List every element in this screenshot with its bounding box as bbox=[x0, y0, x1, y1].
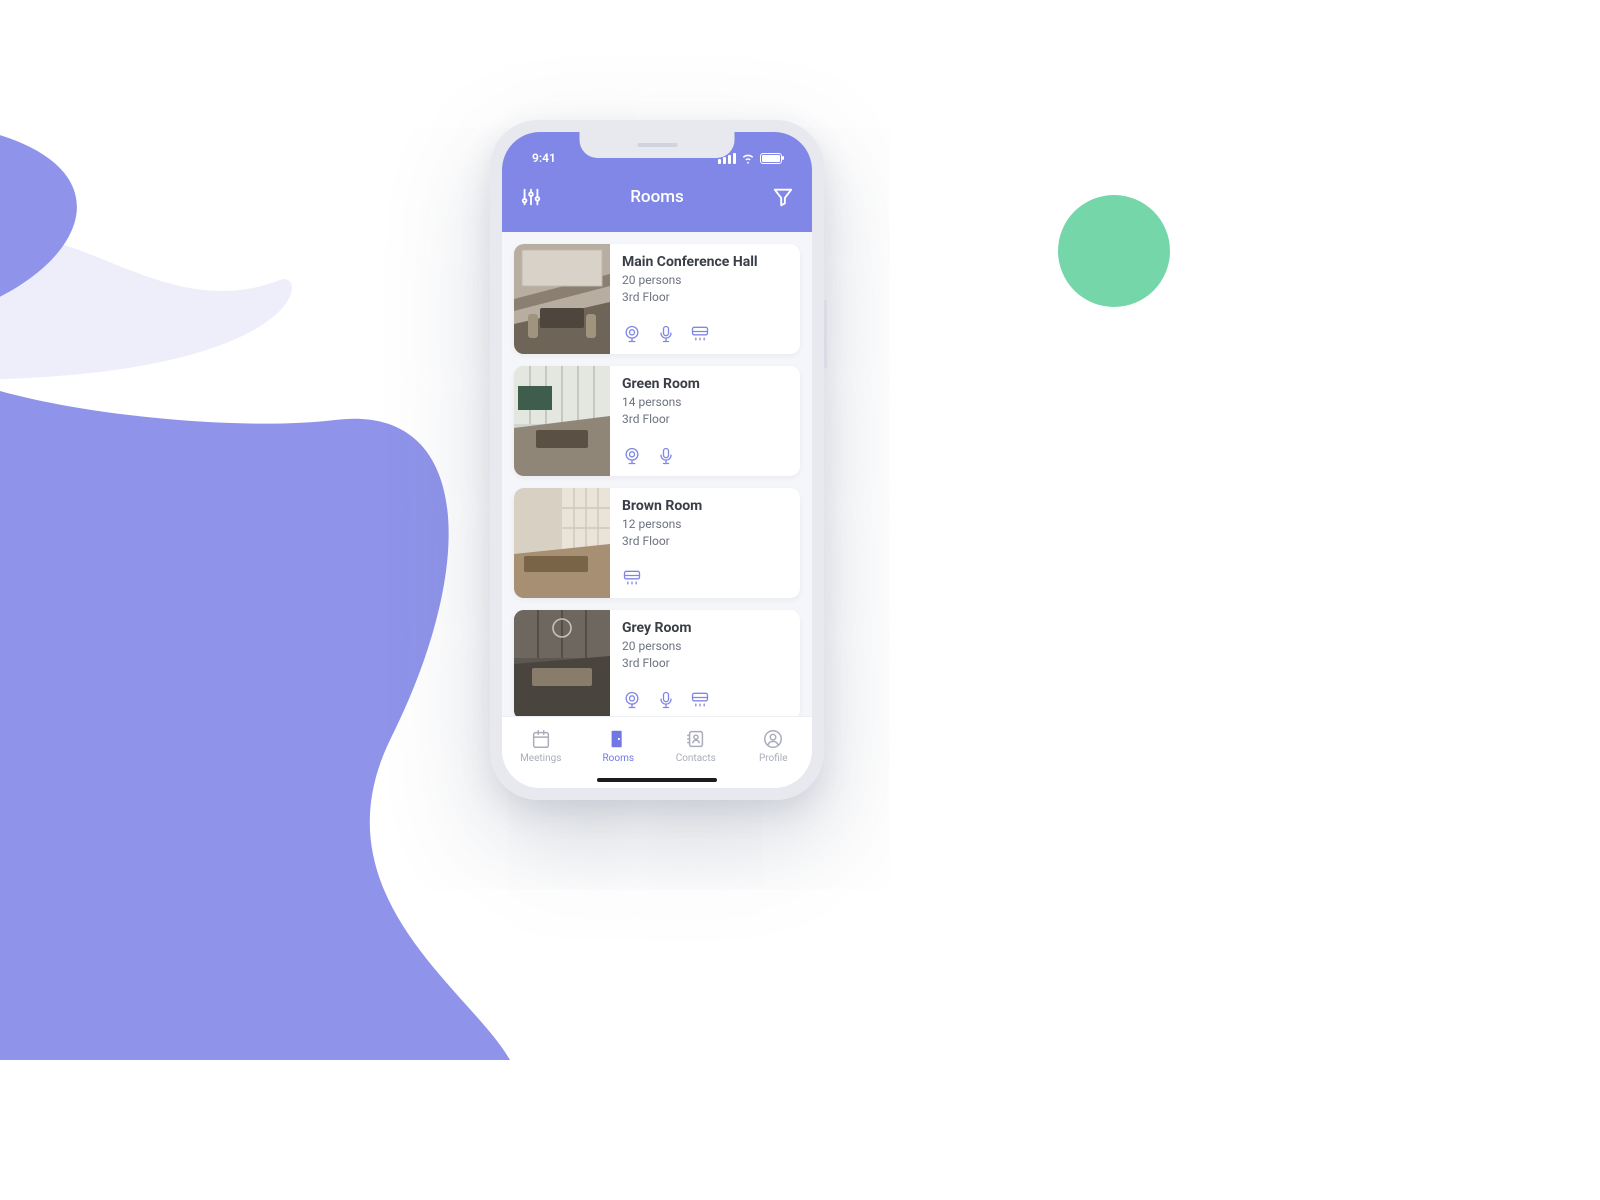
rooms-list: Main Conference Hall 20 persons 3rd Floo… bbox=[502, 232, 812, 732]
room-capacity: 14 persons bbox=[622, 395, 788, 409]
tab-label: Meetings bbox=[520, 753, 561, 764]
microphone-icon bbox=[656, 690, 676, 710]
room-name: Brown Room bbox=[622, 498, 788, 514]
webcam-icon bbox=[622, 690, 642, 710]
battery-icon bbox=[760, 153, 782, 164]
nav-bar: Rooms bbox=[520, 172, 794, 222]
door-icon bbox=[607, 728, 629, 750]
tab-meetings[interactable]: Meetings bbox=[502, 717, 580, 774]
room-floor: 3rd Floor bbox=[622, 534, 788, 548]
microphone-icon bbox=[656, 446, 676, 466]
room-card[interactable]: Grey Room 20 persons 3rd Floor bbox=[514, 610, 800, 720]
room-floor: 3rd Floor bbox=[622, 290, 788, 304]
tab-profile[interactable]: Profile bbox=[735, 717, 813, 774]
room-floor: 3rd Floor bbox=[622, 412, 788, 426]
room-capacity: 20 persons bbox=[622, 273, 788, 287]
room-thumbnail bbox=[514, 366, 610, 476]
wifi-icon bbox=[741, 151, 755, 165]
filter-funnel-icon[interactable] bbox=[772, 186, 794, 208]
room-card[interactable]: Green Room 14 persons 3rd Floor bbox=[514, 366, 800, 476]
room-capacity: 20 persons bbox=[622, 639, 788, 653]
tab-label: Contacts bbox=[676, 753, 716, 764]
phone-mockup: 9:41 Rooms bbox=[490, 120, 824, 800]
profile-icon bbox=[762, 728, 784, 750]
contacts-icon bbox=[685, 728, 707, 750]
ac-icon bbox=[690, 324, 710, 344]
room-floor: 3rd Floor bbox=[622, 656, 788, 670]
decor-circle-green bbox=[1058, 195, 1170, 307]
room-name: Grey Room bbox=[622, 620, 788, 636]
status-time: 9:41 bbox=[532, 151, 556, 165]
room-capacity: 12 persons bbox=[622, 517, 788, 531]
calendar-icon bbox=[530, 728, 552, 750]
room-name: Green Room bbox=[622, 376, 788, 392]
tab-bar: Meetings Rooms Contacts Profile bbox=[502, 716, 812, 788]
room-thumbnail bbox=[514, 244, 610, 354]
room-card[interactable]: Main Conference Hall 20 persons 3rd Floo… bbox=[514, 244, 800, 354]
phone-screen: 9:41 Rooms bbox=[502, 132, 812, 788]
ac-icon bbox=[622, 568, 642, 588]
room-card[interactable]: Brown Room 12 persons 3rd Floor bbox=[514, 488, 800, 598]
tab-rooms[interactable]: Rooms bbox=[580, 717, 658, 774]
tab-label: Profile bbox=[759, 753, 788, 764]
tab-contacts[interactable]: Contacts bbox=[657, 717, 735, 774]
tab-label: Rooms bbox=[603, 753, 635, 764]
room-name: Main Conference Hall bbox=[622, 254, 788, 270]
page-title: Rooms bbox=[630, 187, 684, 207]
room-thumbnail bbox=[514, 488, 610, 598]
home-indicator bbox=[597, 778, 717, 782]
ac-icon bbox=[690, 690, 710, 710]
room-thumbnail bbox=[514, 610, 610, 720]
phone-notch bbox=[580, 132, 735, 158]
webcam-icon bbox=[622, 446, 642, 466]
settings-sliders-icon[interactable] bbox=[520, 186, 542, 208]
microphone-icon bbox=[656, 324, 676, 344]
webcam-icon bbox=[622, 324, 642, 344]
